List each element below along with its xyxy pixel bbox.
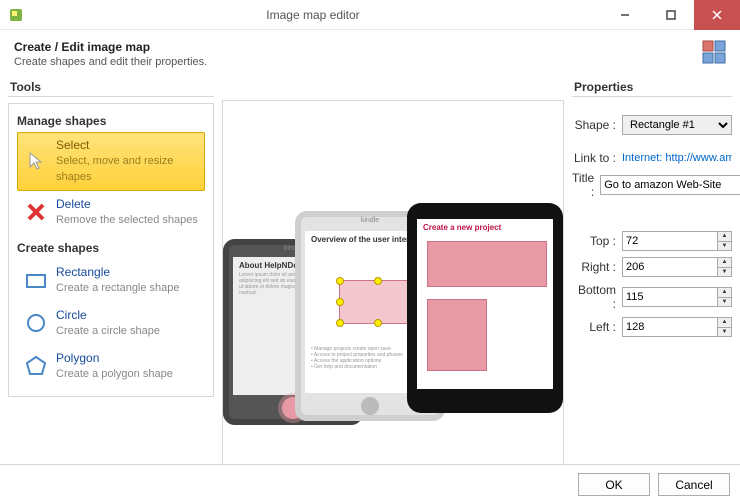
left-spinner[interactable]: ▲▼ <box>718 317 732 337</box>
cancel-button[interactable]: Cancel <box>658 473 730 496</box>
bottom-input[interactable] <box>622 287 718 307</box>
properties-panel: Properties Shape : Rectangle #1 Link to … <box>572 76 732 486</box>
tool-circle-desc: Create a circle shape <box>56 325 160 337</box>
top-label: Top : <box>572 234 616 248</box>
tool-rectangle-desc: Create a rectangle shape <box>56 282 180 294</box>
bottom-label: Bottom : <box>572 283 616 311</box>
header: Create / Edit image map Create shapes an… <box>0 30 740 76</box>
cursor-icon <box>24 149 48 173</box>
rectangle-icon <box>24 269 48 293</box>
tool-polygon-label: Polygon <box>56 351 99 365</box>
title-input[interactable] <box>600 175 740 195</box>
tools-panel: Tools Manage shapes Select Select, move a… <box>8 76 214 486</box>
footer: OK Cancel <box>0 464 740 504</box>
linkto-value[interactable]: Internet: http://www.amaz <box>622 152 732 164</box>
bottom-spinner[interactable]: ▲▼ <box>718 287 732 307</box>
titlebar: Image map editor <box>0 0 740 30</box>
tool-delete-label: Delete <box>56 197 91 211</box>
header-subtitle: Create shapes and edit their properties. <box>14 56 207 68</box>
device-3: Create a new project <box>407 203 563 413</box>
tools-title: Tools <box>8 76 214 97</box>
shape-label: Shape : <box>572 118 616 132</box>
ok-button[interactable]: OK <box>578 473 650 496</box>
tool-select[interactable]: Select Select, move and resize shapes <box>17 132 205 191</box>
polygon-icon <box>24 354 48 378</box>
header-title: Create / Edit image map <box>14 40 207 54</box>
tool-delete-desc: Remove the selected shapes <box>56 214 198 226</box>
right-label: Right : <box>572 260 616 274</box>
left-label: Left : <box>572 320 616 334</box>
top-input[interactable] <box>622 231 718 251</box>
tool-circle[interactable]: Circle Create a circle shape <box>17 302 205 345</box>
shape-select[interactable]: Rectangle #1 <box>622 115 732 135</box>
preview-panel: kindle About HelpNDocLorem ipsum dolor s… <box>222 76 564 486</box>
linkto-label: Link to : <box>572 151 616 165</box>
app-icon <box>8 7 24 23</box>
right-spinner[interactable]: ▲▼ <box>718 257 732 277</box>
circle-icon <box>24 311 48 335</box>
tool-select-label: Select <box>56 138 89 152</box>
window-title: Image map editor <box>24 8 602 22</box>
create-shapes-heading: Create shapes <box>17 241 205 255</box>
minimize-button[interactable] <box>602 0 648 30</box>
properties-title: Properties <box>572 76 732 97</box>
preview-canvas[interactable]: kindle About HelpNDocLorem ipsum dolor s… <box>222 100 564 486</box>
left-input[interactable] <box>622 317 718 337</box>
delete-x-icon <box>24 200 48 224</box>
grid-icon[interactable] <box>702 40 726 67</box>
close-button[interactable] <box>694 0 740 30</box>
tool-delete[interactable]: Delete Remove the selected shapes <box>17 191 205 234</box>
manage-shapes-heading: Manage shapes <box>17 114 205 128</box>
tool-rectangle[interactable]: Rectangle Create a rectangle shape <box>17 259 205 302</box>
top-spinner[interactable]: ▲▼ <box>718 231 732 251</box>
tool-circle-label: Circle <box>56 308 87 322</box>
right-input[interactable] <box>622 257 718 277</box>
tool-polygon[interactable]: Polygon Create a polygon shape <box>17 345 205 388</box>
selection-rectangle[interactable] <box>339 280 417 324</box>
tool-polygon-desc: Create a polygon shape <box>56 368 173 380</box>
tool-rectangle-label: Rectangle <box>56 265 110 279</box>
maximize-button[interactable] <box>648 0 694 30</box>
title-label: Title : <box>572 171 594 199</box>
tool-select-desc: Select, move and resize shapes <box>56 155 173 183</box>
